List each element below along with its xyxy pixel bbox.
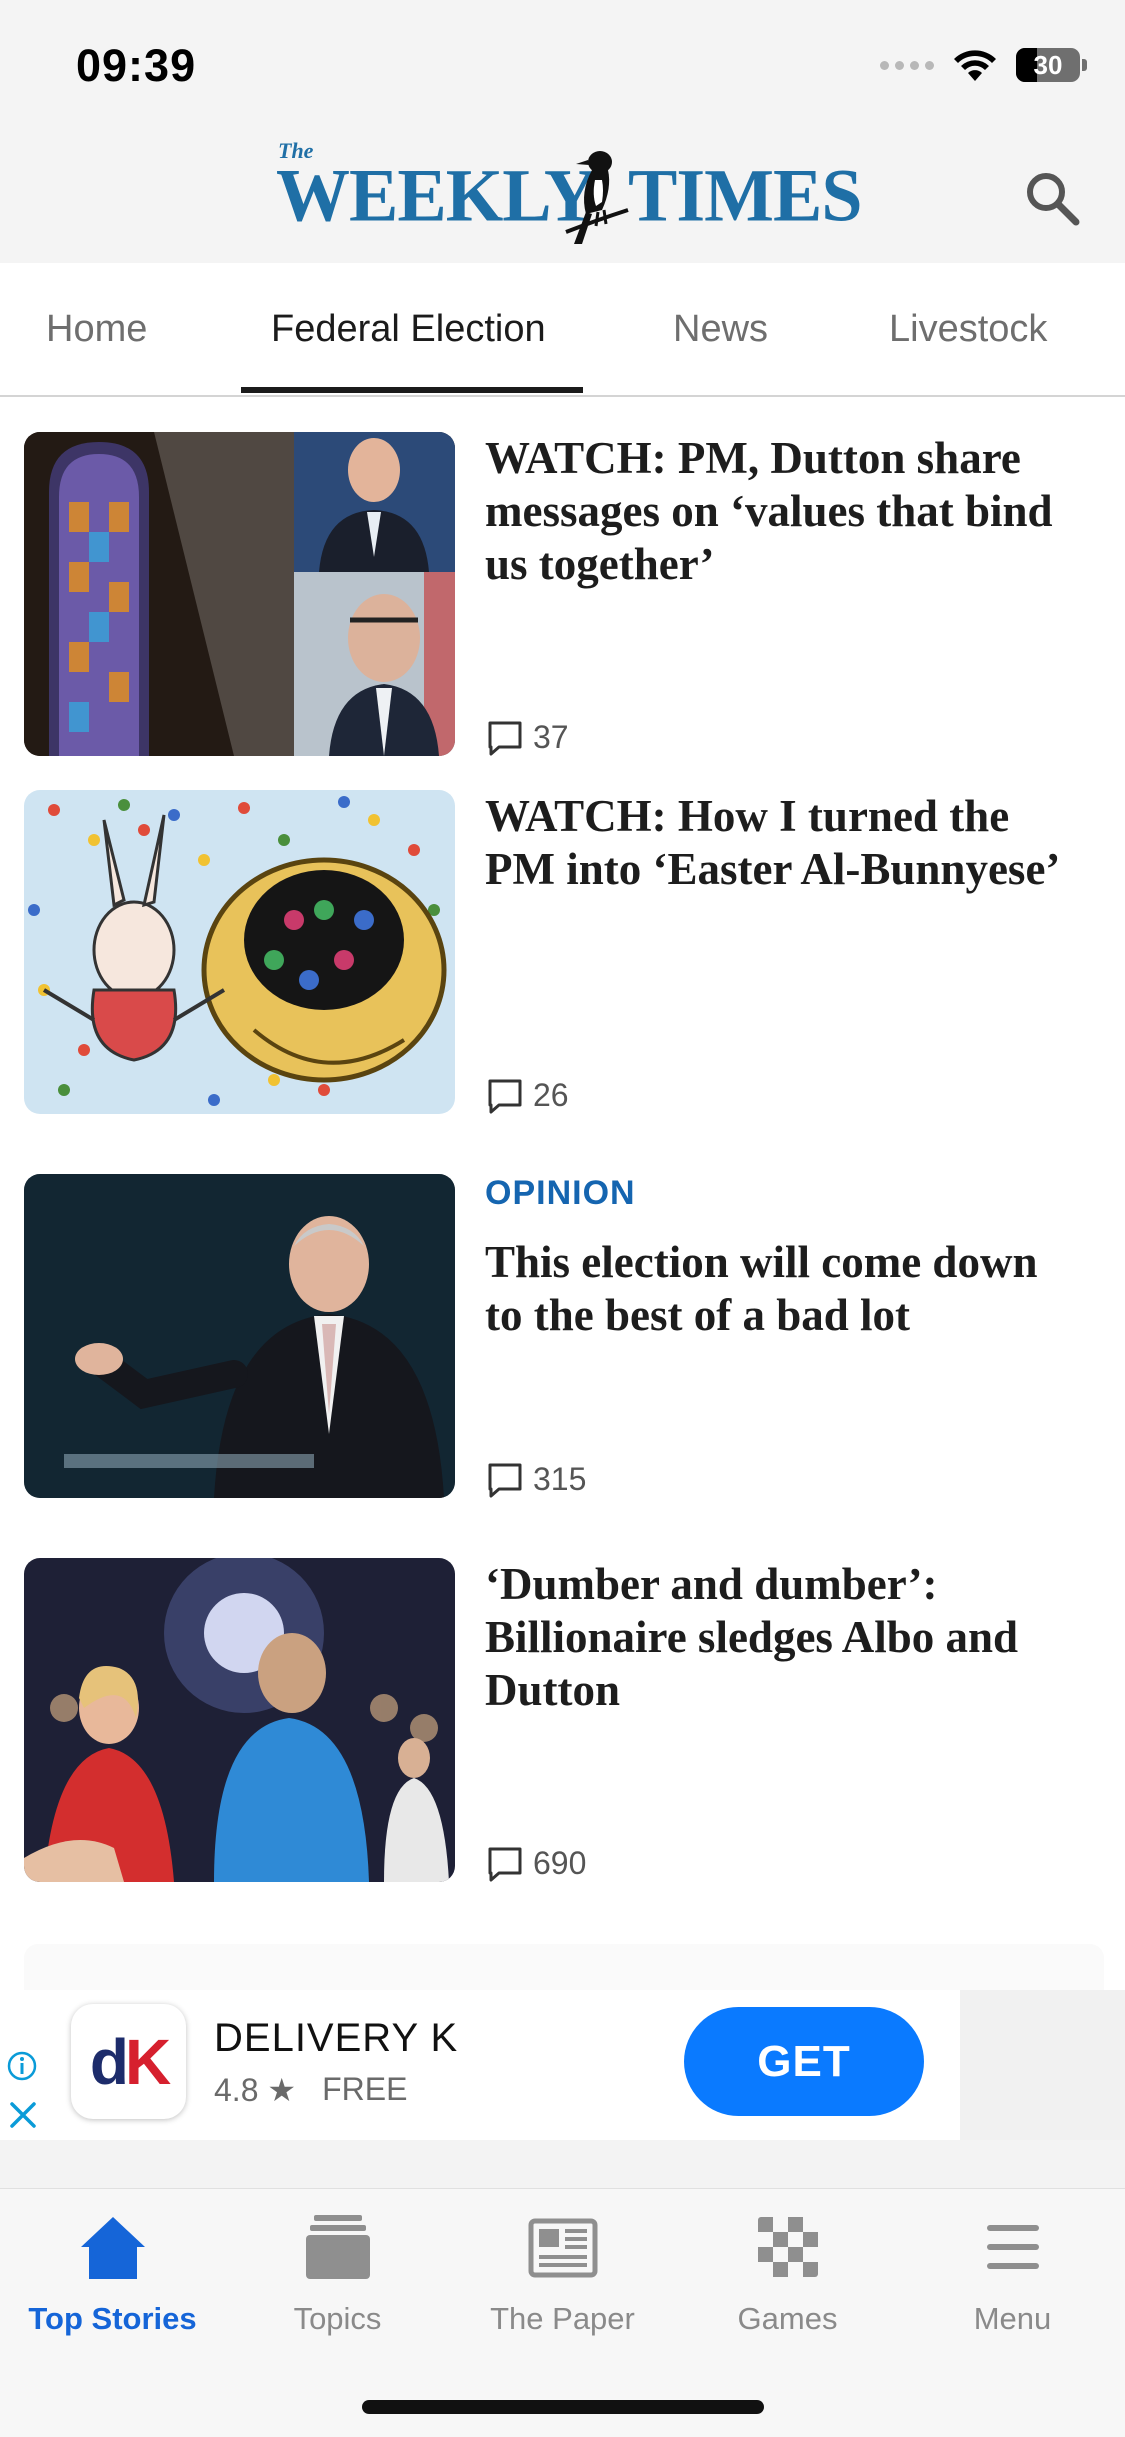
comment-count-value: 37 xyxy=(533,719,569,755)
comment-count[interactable]: 26 xyxy=(487,1077,569,1114)
newspaper-icon xyxy=(528,2218,597,2278)
home-icon xyxy=(80,2217,145,2279)
get-button[interactable]: GET xyxy=(684,2007,924,2116)
story-card[interactable]: OPINION This election will come down to … xyxy=(24,1174,1104,1498)
games-icon xyxy=(757,2217,818,2277)
app-logo[interactable]: dK xyxy=(71,2004,186,2119)
tab-news[interactable]: News xyxy=(673,263,768,395)
status-icons: 30 xyxy=(880,48,1087,82)
story-card[interactable]: WATCH: How I turned the PM into ‘Easter … xyxy=(24,790,1104,1114)
comment-count[interactable]: 690 xyxy=(487,1845,586,1882)
nav-menu[interactable]: Menu xyxy=(900,2211,1125,2361)
nav-label: Games xyxy=(737,2301,838,2336)
ad-rating: 4.8 ★ xyxy=(214,2072,297,2108)
nav-the-paper[interactable]: The Paper xyxy=(450,2211,675,2361)
weekly-times-logo[interactable]: The WEEKLY TIMES xyxy=(276,138,863,250)
status-time: 09:39 xyxy=(76,40,197,91)
nav-top-stories[interactable]: Top Stories xyxy=(0,2211,225,2361)
cellular-signal-icon xyxy=(880,60,934,70)
story-thumbnail[interactable] xyxy=(24,432,455,756)
ad-price: FREE xyxy=(322,2071,408,2107)
story-thumbnail[interactable] xyxy=(24,790,455,1114)
section-tabs: Home Federal Election News Livestock xyxy=(0,263,1125,397)
nav-label: Topics xyxy=(293,2301,382,2336)
comment-count-value: 690 xyxy=(533,1845,587,1881)
story-headline[interactable]: WATCH: How I turned the PM into ‘Easter … xyxy=(485,790,1085,896)
nav-games[interactable]: Games xyxy=(675,2211,900,2361)
topics-icon xyxy=(305,2215,370,2279)
comment-count-value: 26 xyxy=(533,1077,569,1113)
nav-label: Top Stories xyxy=(28,2301,197,2336)
comment-icon xyxy=(488,1079,522,1113)
nav-label: The Paper xyxy=(490,2301,635,2336)
comment-icon xyxy=(488,721,522,755)
search-icon[interactable] xyxy=(1020,166,1084,230)
app-logo-k: K xyxy=(124,2025,171,2098)
comment-icon xyxy=(488,1463,522,1497)
comment-icon xyxy=(488,1847,522,1881)
ad-bottom-gap xyxy=(0,2140,1125,2188)
story-headline[interactable]: ‘Dumber and dumber’: Billionaire sledges… xyxy=(485,1558,1085,1717)
home-indicator[interactable] xyxy=(362,2400,764,2414)
comment-count-value: 315 xyxy=(533,1461,587,1497)
ad-meta: 4.8 ★ FREE xyxy=(214,2071,407,2109)
ad-app-name[interactable]: DELIVERY K xyxy=(214,2016,458,2061)
logo-word-weekly: WEEKLY xyxy=(276,154,597,238)
info-icon[interactable] xyxy=(6,2050,38,2082)
comment-count[interactable]: 315 xyxy=(487,1461,586,1498)
nav-label: Menu xyxy=(973,2301,1052,2336)
battery-icon: 30 xyxy=(1016,48,1080,82)
app-header: 09:39 30 The WEEKLY TIMES xyxy=(0,0,1125,263)
story-thumbnail[interactable] xyxy=(24,1558,455,1882)
close-icon[interactable] xyxy=(8,2100,38,2130)
comment-count[interactable]: 37 xyxy=(487,719,569,756)
story-headline[interactable]: This election will come down to the best… xyxy=(485,1236,1085,1342)
next-card-peek xyxy=(24,1944,1104,1990)
ad-banner-margin xyxy=(960,1990,1125,2140)
menu-icon xyxy=(986,2225,1039,2269)
logo-word-times: TIMES xyxy=(628,154,863,238)
story-thumbnail[interactable] xyxy=(24,1174,455,1498)
nav-topics[interactable]: Topics xyxy=(225,2211,450,2361)
magpie-logo-icon xyxy=(565,151,629,244)
tab-home[interactable]: Home xyxy=(46,263,147,395)
story-card[interactable]: WATCH: PM, Dutton share messages on ‘val… xyxy=(24,432,1104,756)
battery-level: 30 xyxy=(1033,49,1063,80)
story-headline[interactable]: WATCH: PM, Dutton share messages on ‘val… xyxy=(485,432,1085,591)
tab-livestock[interactable]: Livestock xyxy=(889,263,1047,395)
app-logo-d: d xyxy=(89,2025,129,2098)
active-tab-indicator xyxy=(241,387,583,393)
story-kicker: OPINION xyxy=(485,1174,636,1212)
wifi-icon xyxy=(954,50,996,81)
story-card[interactable]: ‘Dumber and dumber’: Billionaire sledges… xyxy=(24,1558,1104,1882)
tab-federal-election[interactable]: Federal Election xyxy=(271,263,546,395)
